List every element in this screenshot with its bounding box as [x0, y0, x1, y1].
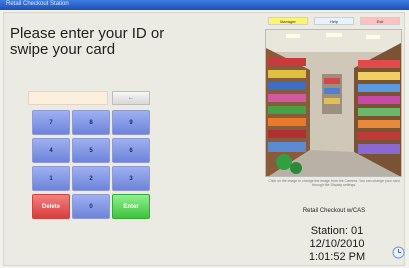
prompt-line-2: swipe your card — [10, 41, 116, 58]
station-status: Station: 01 12/10/2010 1:01:52 PM — [282, 225, 392, 264]
camera-feed[interactable] — [265, 29, 402, 177]
time-label: 1:01:52 PM — [308, 251, 366, 263]
enter-button[interactable]: Enter — [112, 194, 150, 219]
window-title: Retail Checkout Station — [6, 1, 69, 7]
app-window: Retail Checkout Station Please enter you… — [0, 0, 409, 268]
tab-manager[interactable]: Manager — [268, 17, 308, 25]
keypad-7-button[interactable]: 7 — [32, 110, 70, 135]
keypad-8-button[interactable]: 8 — [72, 110, 110, 135]
date-label: 12/10/2010 — [309, 238, 365, 250]
keypad-4-button[interactable]: 4 — [32, 138, 70, 163]
delete-button[interactable]: Delete — [32, 194, 70, 219]
tab-help[interactable]: Help — [314, 17, 354, 25]
keypad-1-button[interactable]: 1 — [32, 166, 70, 191]
id-input[interactable] — [28, 91, 108, 105]
app-name: Retail Checkout w/CAS — [302, 208, 366, 214]
keypad-9-button[interactable]: 9 — [112, 110, 150, 135]
top-tabs: Manager Help Exit — [268, 17, 402, 25]
prompt-line-1: Please enter your ID or — [10, 25, 165, 42]
keypad-5-button[interactable]: 5 — [72, 138, 110, 163]
backspace-button[interactable]: ← — [112, 91, 150, 105]
tab-exit[interactable]: Exit — [360, 17, 400, 25]
login-prompt: Please enter your ID or swipe your card — [10, 26, 250, 58]
title-bar: Retail Checkout Station — [0, 0, 409, 10]
store-aisle-image — [266, 30, 401, 176]
camera-caption: Click on the image to change the image f… — [268, 179, 400, 187]
station-label: Station: 01 — [310, 225, 364, 237]
keypad-2-button[interactable]: 2 — [72, 166, 110, 191]
keypad-6-button[interactable]: 6 — [112, 138, 150, 163]
clock-icon[interactable] — [392, 246, 405, 259]
keypad-0-button[interactable]: 0 — [72, 194, 110, 219]
keypad-3-button[interactable]: 3 — [112, 166, 150, 191]
